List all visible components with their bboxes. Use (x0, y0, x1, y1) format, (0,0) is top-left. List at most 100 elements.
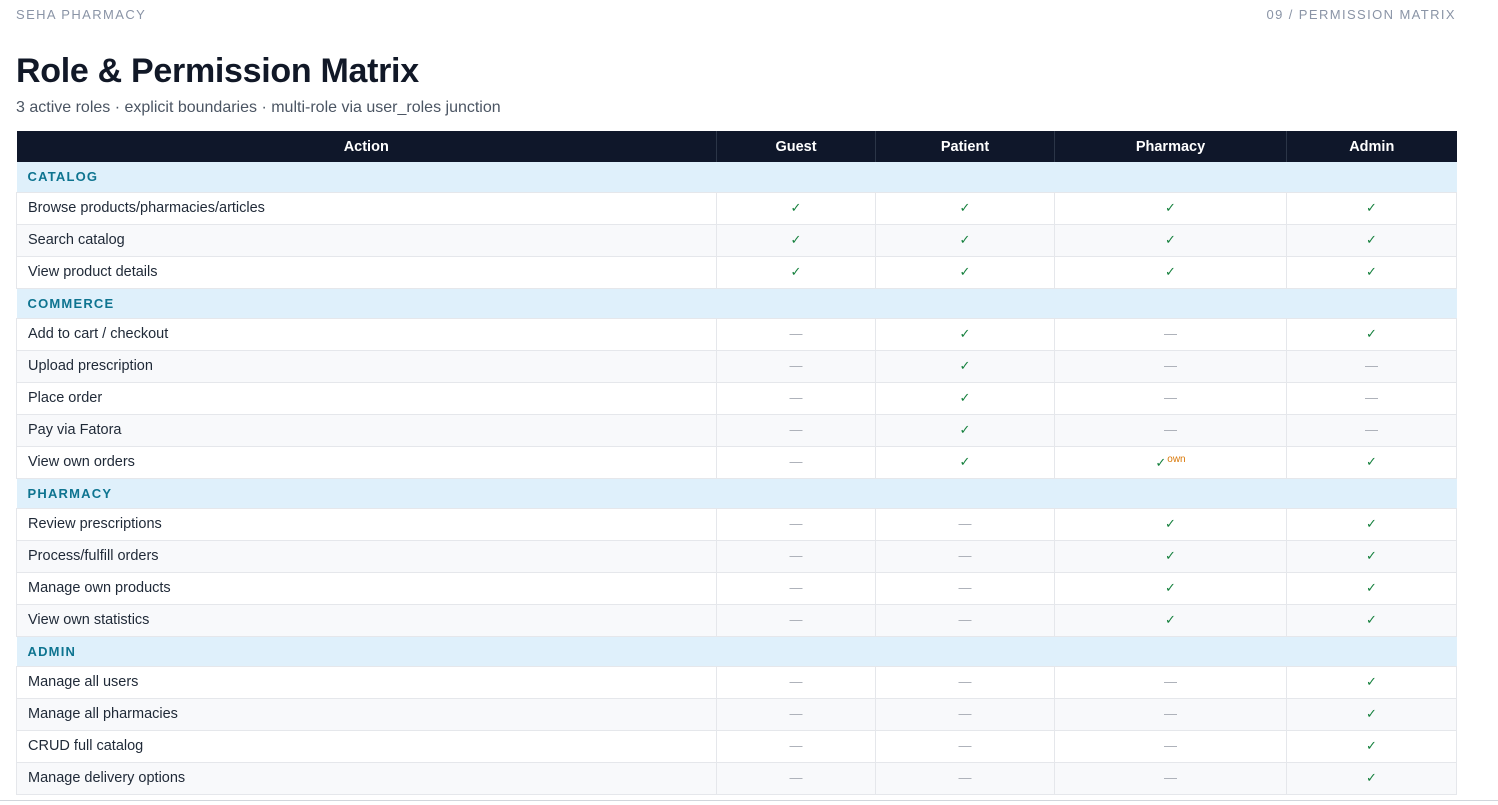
section-label: PHARMACY (16, 478, 1457, 509)
table-row: Search catalog ✓ ✓ ✓ ✓ (16, 224, 1457, 257)
dash-icon: — (1365, 422, 1378, 437)
permission-cell-pharmacy: — (1054, 730, 1287, 763)
action-cell: Manage all pharmacies (16, 698, 717, 731)
check-icon: ✓ (1366, 770, 1377, 785)
permission-cell-patient: — (875, 508, 1055, 541)
check-icon: ✓ (1366, 706, 1377, 721)
section-label: COMMERCE (16, 288, 1457, 319)
permission-cell-guest: — (716, 762, 876, 795)
permission-cell-patient: — (875, 730, 1055, 763)
dash-icon: — (1164, 674, 1177, 689)
dash-icon: — (789, 612, 803, 627)
permission-cell-admin: ✓ (1286, 224, 1457, 257)
action-cell: Review prescriptions (16, 508, 717, 541)
section-row: PHARMACY (16, 478, 1457, 509)
check-icon: ✓ (959, 326, 971, 341)
dash-icon: — (789, 738, 803, 753)
permission-cell-guest: — (716, 508, 876, 541)
table-row: Manage all pharmacies — — — ✓ (16, 698, 1457, 731)
check-icon: ✓ (959, 422, 971, 437)
check-icon: ✓ (1155, 454, 1167, 470)
permission-cell-admin: ✓ (1286, 666, 1457, 699)
table-row: Upload prescription — ✓ — — (16, 350, 1457, 383)
permission-cell-guest: — (716, 730, 876, 763)
permission-cell-pharmacy: — (1054, 698, 1287, 731)
permission-cell-admin: — (1286, 414, 1457, 447)
dash-icon: — (958, 580, 972, 595)
dash-icon: — (789, 454, 803, 469)
permission-cell-admin: ✓ (1286, 540, 1457, 573)
dash-icon: — (789, 422, 803, 437)
permission-cell-guest: — (716, 666, 876, 699)
permission-cell-patient: — (875, 666, 1055, 699)
action-cell: Manage all users (16, 666, 717, 699)
section-row: ADMIN (16, 636, 1457, 667)
dash-icon: — (1164, 422, 1177, 437)
dash-icon: — (789, 580, 803, 595)
permission-cell-patient: ✓ (875, 414, 1055, 447)
check-icon: ✓ (1165, 580, 1176, 595)
header-row: Action Guest Patient Pharmacy Admin (16, 131, 1457, 162)
dash-icon: — (958, 548, 972, 563)
action-cell: Pay via Fatora (16, 414, 717, 447)
section-label: CATALOG (16, 162, 1457, 193)
permission-cell-admin: — (1286, 350, 1457, 383)
check-icon: ✓ (959, 232, 971, 247)
page-title: Role & Permission Matrix (16, 52, 419, 90)
check-icon: ✓ (790, 232, 802, 247)
dash-icon: — (1164, 326, 1177, 341)
permission-cell-admin: ✓ (1286, 572, 1457, 605)
permission-cell-patient: ✓ (875, 256, 1055, 289)
permission-cell-pharmacy: ✓ (1054, 508, 1287, 541)
permission-cell-admin: ✓ (1286, 762, 1457, 795)
check-icon: ✓ (1366, 580, 1377, 595)
permission-cell-pharmacy: — (1054, 350, 1287, 383)
dash-icon: — (789, 770, 803, 785)
permission-cell-pharmacy: — (1054, 666, 1287, 699)
check-icon: ✓ (1366, 200, 1377, 215)
permission-cell-guest: — (716, 604, 876, 637)
permission-cell-admin: ✓ (1286, 318, 1457, 351)
table-row: Add to cart / checkout — ✓ — ✓ (16, 318, 1457, 351)
action-cell: Place order (16, 382, 717, 415)
dash-icon: — (1164, 706, 1177, 721)
dash-icon: — (1365, 358, 1378, 373)
action-cell: Search catalog (16, 224, 717, 257)
check-icon: ✓ (1366, 232, 1377, 247)
check-icon: ✓ (1366, 548, 1377, 563)
permission-cell-admin: ✓ (1286, 508, 1457, 541)
permission-cell-patient: ✓ (875, 350, 1055, 383)
scope-note: own (1167, 453, 1186, 465)
action-cell: Manage delivery options (16, 762, 717, 795)
permission-cell-guest: — (716, 382, 876, 415)
permission-cell-guest: ✓ (716, 224, 876, 257)
permission-cell-pharmacy: — (1054, 414, 1287, 447)
action-cell: Add to cart / checkout (16, 318, 717, 351)
permission-cell-patient: — (875, 540, 1055, 573)
permission-cell-pharmacy: ✓ (1054, 540, 1287, 573)
permission-cell-guest: — (716, 414, 876, 447)
check-icon: ✓ (959, 358, 971, 373)
permission-cell-guest: ✓ (716, 192, 876, 225)
action-cell: Manage own products (16, 572, 717, 605)
check-icon: ✓ (790, 264, 802, 279)
check-icon: ✓ (1366, 674, 1377, 689)
table-row: Manage delivery options — — — ✓ (16, 762, 1457, 795)
dash-icon: — (789, 706, 803, 721)
dash-icon: — (789, 358, 803, 373)
dash-icon: — (958, 516, 972, 531)
page-subtitle: 3 active roles · explicit boundaries · m… (16, 99, 501, 116)
dash-icon: — (789, 548, 803, 563)
dash-icon: — (958, 770, 972, 785)
dash-icon: — (1365, 390, 1378, 405)
action-cell: Process/fulfill orders (16, 540, 717, 573)
permission-cell-admin: ✓ (1286, 604, 1457, 637)
table-row: CRUD full catalog — — — ✓ (16, 730, 1457, 763)
permission-cell-patient: ✓ (875, 224, 1055, 257)
column-header-action: Action (16, 131, 717, 162)
dash-icon: — (1164, 390, 1177, 405)
permission-cell-guest: — (716, 318, 876, 351)
check-icon: ✓ (1165, 232, 1176, 247)
action-cell: View own statistics (16, 604, 717, 637)
dash-icon: — (1164, 358, 1177, 373)
